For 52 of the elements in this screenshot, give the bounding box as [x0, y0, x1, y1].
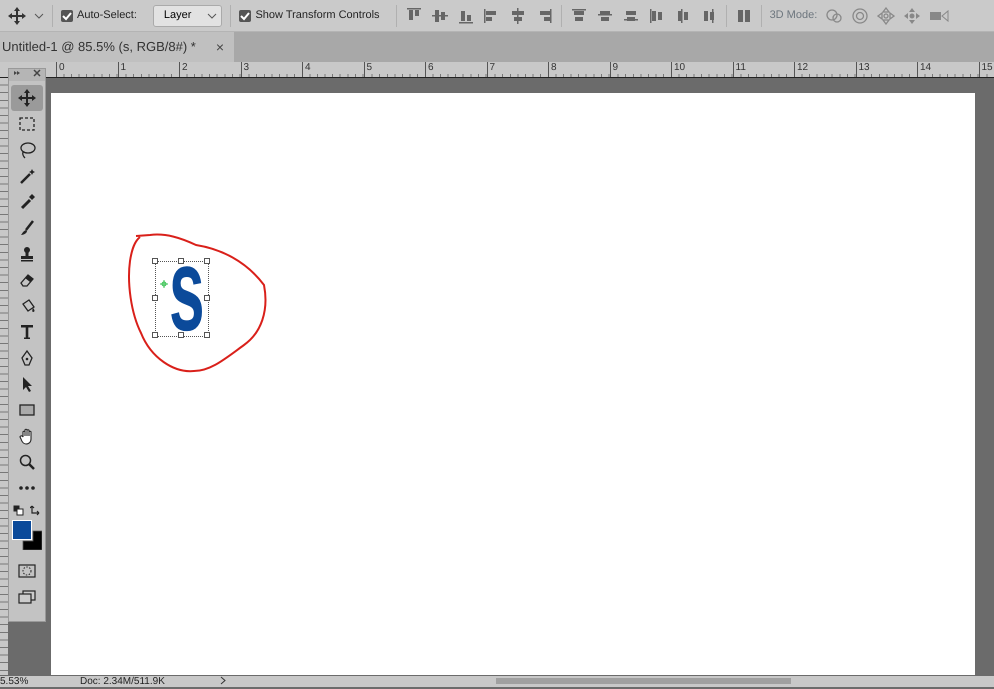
more-dots-icon	[18, 485, 36, 491]
transform-handle[interactable]	[178, 258, 184, 264]
document-tab[interactable]: Untitled-1 @ 85.5% (s, RGB/8#) * ×	[0, 32, 234, 62]
eyedropper-icon	[18, 193, 36, 211]
transform-handle[interactable]	[152, 332, 158, 338]
ruler-label: 0	[56, 62, 118, 77]
transform-handle[interactable]	[204, 295, 210, 301]
magnifier-icon	[18, 453, 36, 471]
default-colors-icon[interactable]	[13, 505, 24, 516]
screen-mode-icon	[18, 590, 36, 604]
magic-wand-icon	[18, 167, 36, 185]
transform-controls-label: Show Transform Controls	[255, 8, 380, 24]
close-button[interactable]: ×	[212, 36, 228, 58]
transform-handle[interactable]	[204, 332, 210, 338]
ruler-label: 14	[917, 62, 978, 77]
dropdown-caret-icon[interactable]	[34, 12, 44, 18]
quick-mask-icon	[18, 564, 36, 578]
foreground-color-swatch[interactable]	[12, 520, 32, 540]
ruler-label: 4	[302, 62, 364, 77]
transform-controls-checkbox[interactable]	[239, 10, 252, 22]
ruler-label: 12	[794, 62, 856, 77]
move-icon	[18, 89, 36, 107]
transform-bounding-box[interactable]: s	[155, 261, 209, 337]
background-color-swatch[interactable]	[22, 530, 42, 550]
dashed-rectangle-icon	[18, 115, 36, 133]
ruler-label: 6	[425, 62, 486, 77]
mode-3d-label: 3D Mode:	[770, 8, 818, 24]
close-icon[interactable]	[33, 69, 41, 77]
transform-handle[interactable]	[178, 332, 184, 338]
tool-button[interactable]	[11, 85, 43, 111]
horizontal-scrollbar-thumb[interactable]	[496, 678, 791, 684]
layer-dropdown[interactable]: Layer	[152, 4, 222, 26]
lasso-icon	[18, 141, 36, 159]
document-info: Doc: 2.34M/511.9K	[80, 676, 166, 687]
ruler-label: 10	[671, 62, 732, 77]
caret-icon	[207, 12, 218, 18]
zoom-level: 5.53%	[0, 676, 30, 687]
ruler-label: 2	[179, 62, 240, 77]
transform-handle[interactable]	[152, 258, 158, 264]
brush-icon	[18, 219, 36, 237]
ruler-label: 8	[548, 62, 610, 77]
type-tool-icon	[18, 323, 36, 341]
document-title: Untitled-1 @ 85.5% (s, RGB/8#) *	[2, 38, 196, 56]
expand-icon[interactable]	[13, 69, 21, 77]
auto-select-checkbox[interactable]	[61, 10, 73, 22]
stamp-icon	[18, 245, 36, 263]
auto-select-label: Auto-Select:	[77, 8, 137, 24]
swap-colors-icon[interactable]	[30, 505, 41, 516]
transform-handle[interactable]	[204, 258, 210, 264]
ruler-label: 15	[978, 62, 994, 77]
transform-handle[interactable]	[152, 295, 158, 301]
move-tool-icon[interactable]	[8, 6, 26, 24]
